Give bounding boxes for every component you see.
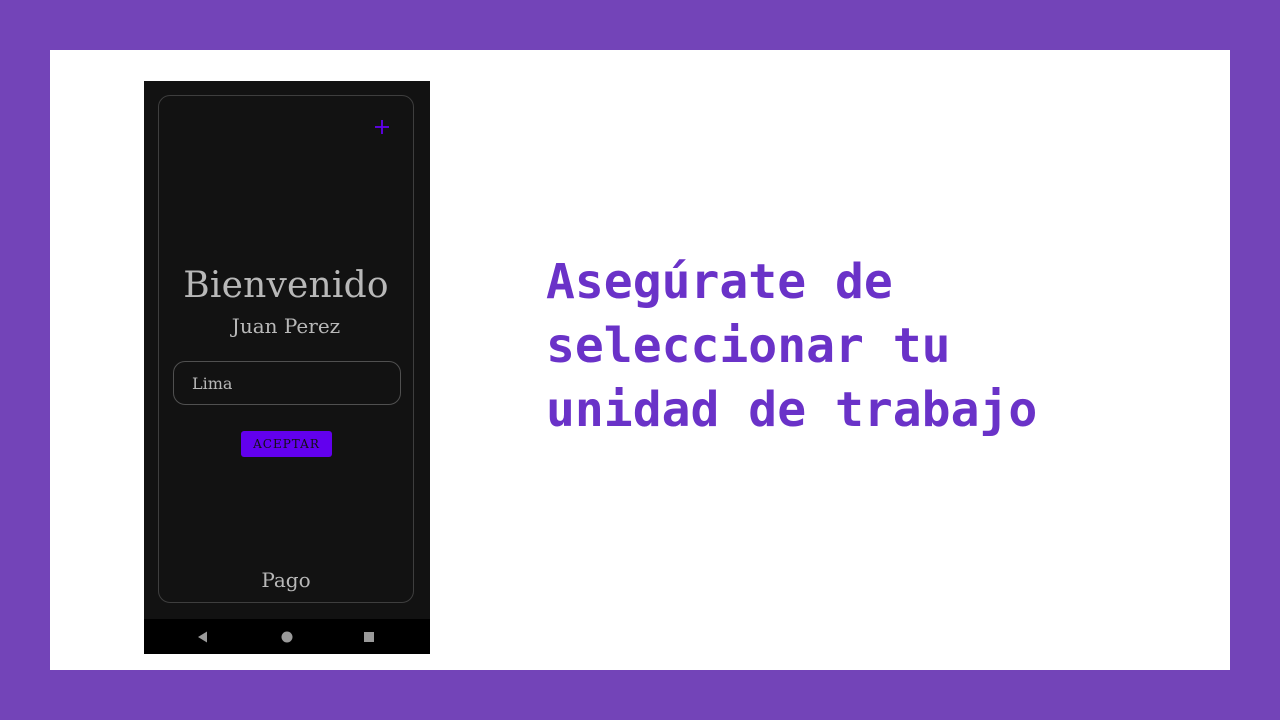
welcome-card: Bienvenido Juan Perez ACEPTAR Pago [158, 95, 414, 603]
phone-screen: Bienvenido Juan Perez ACEPTAR Pago [144, 81, 430, 654]
plus-icon [375, 120, 389, 134]
slide-canvas: Bienvenido Juan Perez ACEPTAR Pago [50, 50, 1230, 670]
add-button[interactable] [371, 116, 393, 138]
work-unit-field[interactable] [173, 361, 401, 405]
recents-square-icon [364, 632, 374, 642]
headline-text: Asegúrate de seleccionar tu unidad de tr… [546, 254, 1038, 438]
nav-back-button[interactable] [194, 628, 212, 646]
user-name: Juan Perez [231, 314, 341, 338]
footer-label-pago: Pago [261, 568, 311, 592]
back-triangle-icon [198, 631, 207, 643]
nav-recents-button[interactable] [360, 628, 378, 646]
nav-home-button[interactable] [278, 628, 296, 646]
accept-button[interactable]: ACEPTAR [241, 431, 332, 457]
welcome-title: Bienvenido [183, 265, 389, 306]
home-circle-icon [281, 631, 293, 643]
android-nav-bar [144, 619, 430, 654]
